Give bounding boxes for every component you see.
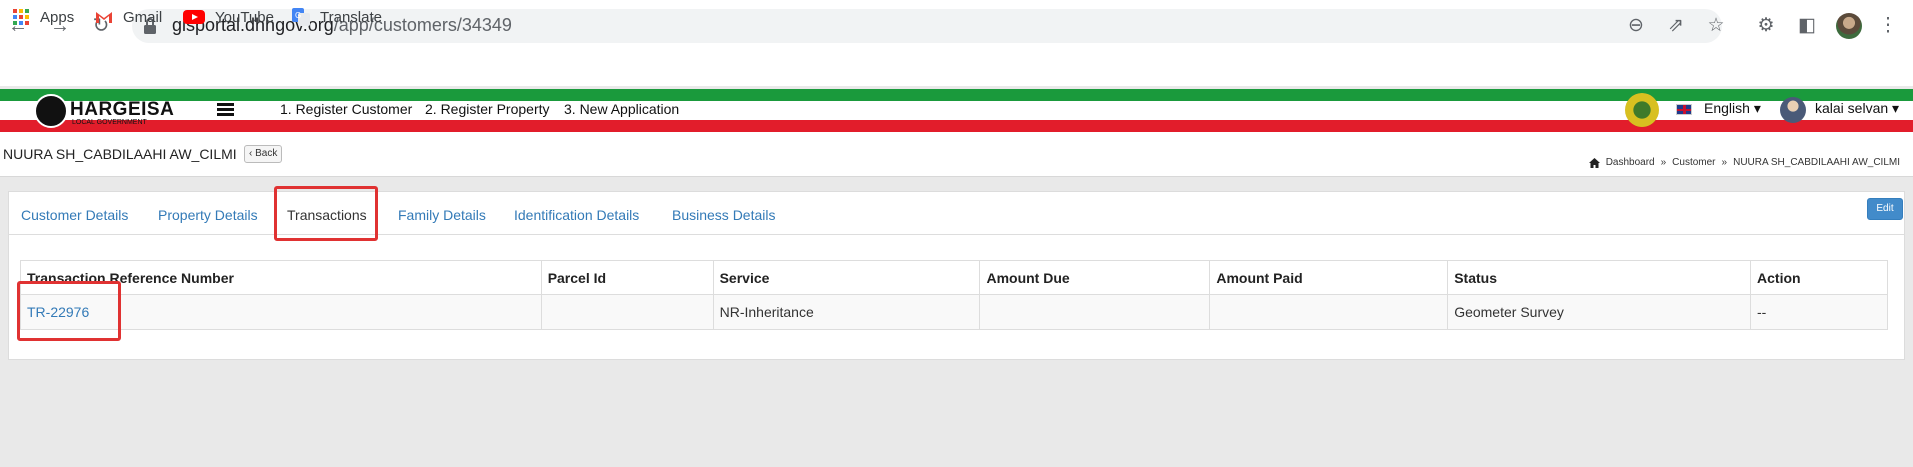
breadcrumb-separator: » — [1721, 157, 1728, 168]
bookmark-label: Gmail — [123, 8, 163, 26]
logo-subtitle: LOCAL GOVERNMENT — [72, 119, 147, 126]
star-bookmark-icon[interactable]: ☆ — [1704, 14, 1728, 38]
breadcrumb: Dashboard » Customer » NUURA SH_CABDILAA… — [1588, 157, 1900, 168]
caret-down-icon: ▾ — [1892, 100, 1900, 116]
youtube-icon — [183, 10, 205, 24]
tab-business-details[interactable]: Business Details — [672, 207, 776, 223]
svg-text:G: G — [295, 11, 301, 20]
tab-family-details[interactable]: Family Details — [398, 207, 486, 223]
bookmark-label: YouTube — [215, 8, 274, 26]
column-header: Service — [712, 260, 981, 295]
tab-customer-details[interactable]: Customer Details — [21, 207, 128, 223]
zoom-out-icon[interactable]: ⊖ — [1624, 14, 1648, 38]
table-cell: Geometer Survey — [1447, 294, 1752, 330]
share-icon[interactable]: ⇗ — [1664, 14, 1688, 38]
page-title: NUURA SH_CABDILAAHI AW_CILMI — [3, 146, 237, 162]
profile-avatar[interactable] — [1836, 13, 1862, 39]
table-cell — [1209, 294, 1449, 330]
table-cell — [979, 294, 1211, 330]
bookmark-apps[interactable]: Apps — [12, 7, 74, 27]
column-header: Status — [1447, 260, 1752, 295]
government-seal-icon — [1625, 93, 1659, 127]
highlight-box — [17, 281, 121, 341]
bookmark-gmail[interactable]: Gmail — [95, 7, 162, 27]
bookmarks-bar — [0, 52, 1913, 86]
column-header: Action — [1750, 260, 1888, 295]
translate-icon: G — [292, 8, 310, 26]
tab-identification-details[interactable]: Identification Details — [514, 207, 639, 223]
breadcrumb-current: NUURA SH_CABDILAAHI AW_CILMI — [1733, 157, 1900, 168]
logo-title[interactable]: HARGEISA — [70, 99, 174, 121]
home-icon — [1588, 157, 1600, 168]
chevron-left-icon: ‹ — [249, 148, 253, 159]
extensions-icon[interactable]: ⚙ — [1754, 14, 1778, 38]
breadcrumb-customer[interactable]: Customer — [1672, 157, 1715, 168]
highlight-box — [274, 186, 378, 241]
bookmark-label: Translate — [320, 8, 382, 26]
table-cell: -- — [1750, 294, 1888, 330]
page-title-bar — [0, 132, 1913, 177]
table-cell: NR-Inheritance — [712, 294, 981, 330]
breadcrumb-dashboard[interactable]: Dashboard — [1606, 157, 1655, 168]
tab-property-details[interactable]: Property Details — [158, 207, 258, 223]
uk-flag-icon — [1676, 104, 1692, 115]
bookmark-youtube[interactable]: YouTube — [183, 7, 274, 27]
hamburger-menu-icon[interactable] — [217, 103, 234, 116]
apps-grid-icon — [13, 9, 29, 25]
more-menu-icon[interactable]: ⋮ — [1876, 14, 1900, 38]
menu-register-customer[interactable]: 1. Register Customer — [280, 101, 412, 117]
back-label: Back — [255, 148, 278, 159]
bookmark-label: Apps — [40, 8, 75, 26]
user-name-label: kalai selvan — [1815, 100, 1889, 116]
language-label: English — [1704, 100, 1750, 116]
language-selector[interactable]: English ▾ — [1704, 100, 1761, 117]
column-header: Amount Due — [979, 260, 1211, 295]
transactions-table: Transaction Reference Number Parcel Id S… — [20, 260, 1888, 330]
logo-emblem[interactable] — [34, 94, 68, 128]
back-button[interactable]: ‹ Back — [244, 145, 283, 163]
user-avatar[interactable] — [1780, 97, 1806, 123]
column-header: Amount Paid — [1209, 260, 1449, 295]
menu-new-application[interactable]: 3. New Application — [564, 101, 679, 117]
edit-button[interactable]: Edit — [1867, 198, 1903, 220]
bookmark-translate[interactable]: G Translate — [292, 7, 382, 27]
gmail-icon — [96, 12, 112, 23]
side-panel-icon[interactable]: ◧ — [1795, 14, 1819, 38]
table-row: TR-22976 NR-Inheritance Geometer Survey … — [20, 294, 1888, 330]
menu-register-property[interactable]: 2. Register Property — [425, 101, 550, 117]
user-menu[interactable]: kalai selvan ▾ — [1815, 100, 1899, 117]
table-header-row: Transaction Reference Number Parcel Id S… — [20, 260, 1888, 295]
column-header: Parcel Id — [540, 260, 714, 295]
caret-down-icon: ▾ — [1753, 100, 1761, 116]
table-cell — [540, 294, 714, 330]
breadcrumb-separator: » — [1660, 157, 1667, 168]
